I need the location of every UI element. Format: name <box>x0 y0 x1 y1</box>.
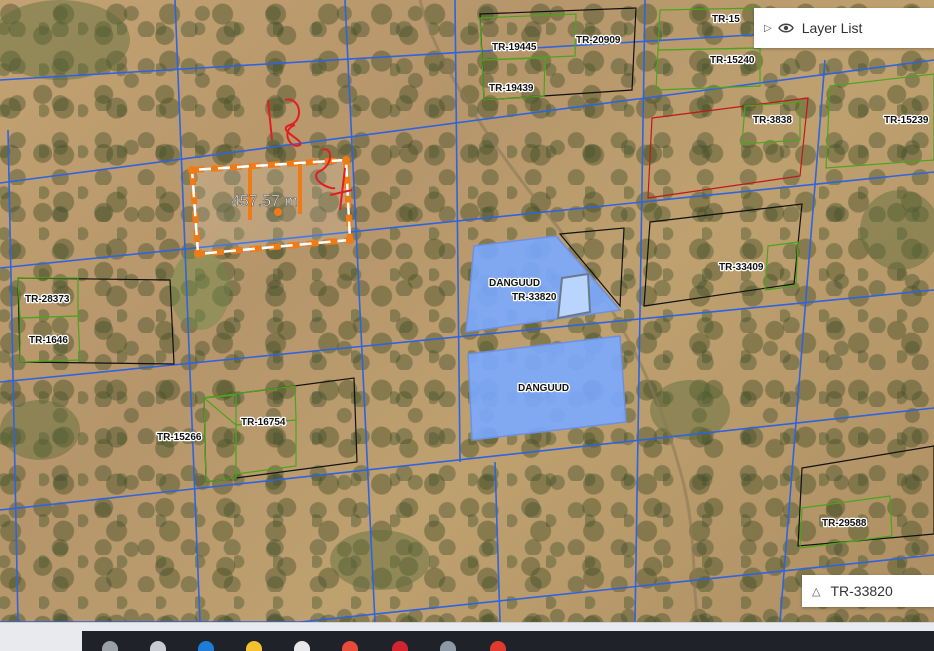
plot-label: TR-19445 <box>492 42 537 53</box>
layer-list-label[interactable]: Layer List <box>802 20 863 36</box>
plot-label: TR-29588 <box>822 518 867 529</box>
plot-label: TR-15240 <box>710 55 755 66</box>
plot-label: TR-15266 <box>157 432 202 443</box>
cadastral-grid <box>0 0 934 622</box>
plot-label: TR-1646 <box>29 335 68 346</box>
satellite-map[interactable]: 457.57 m TR-19445 TR-20909 TR-19439 TR-1… <box>0 0 934 622</box>
eye-icon[interactable] <box>777 22 794 34</box>
plot-label: TR-19439 <box>489 83 534 94</box>
plot-label: TR-16754 <box>241 417 286 428</box>
measurement-label: 457.57 m <box>231 193 298 210</box>
plot-label: TR-33820 <box>512 292 557 303</box>
search-value[interactable]: TR-33820 <box>830 583 892 599</box>
plot-label: TR-15239 <box>884 115 929 126</box>
layer-list-widget[interactable]: ▷ Layer List <box>754 8 934 48</box>
chevron-up-icon[interactable]: △ <box>812 585 820 598</box>
feature-search-box[interactable]: △ TR-33820 <box>802 575 934 607</box>
plot-label: TR-3838 <box>753 115 792 126</box>
plot-label: TR-20909 <box>576 35 621 46</box>
expand-arrow-icon[interactable]: ▷ <box>764 23 772 34</box>
vegetation-patches <box>0 0 934 590</box>
map-overlay: 457.57 m TR-19445 TR-20909 TR-19439 TR-1… <box>0 0 934 622</box>
windows-taskbar <box>0 622 934 651</box>
plot-label: DANGUUD <box>518 383 569 394</box>
plot-label: DANGUUD <box>489 278 540 289</box>
parcel-tr-33820-highlight[interactable] <box>556 272 592 320</box>
plot-label: TR-28373 <box>25 294 70 305</box>
plot-label: TR-33409 <box>719 262 764 273</box>
plot-label: TR-15 <box>712 14 740 25</box>
